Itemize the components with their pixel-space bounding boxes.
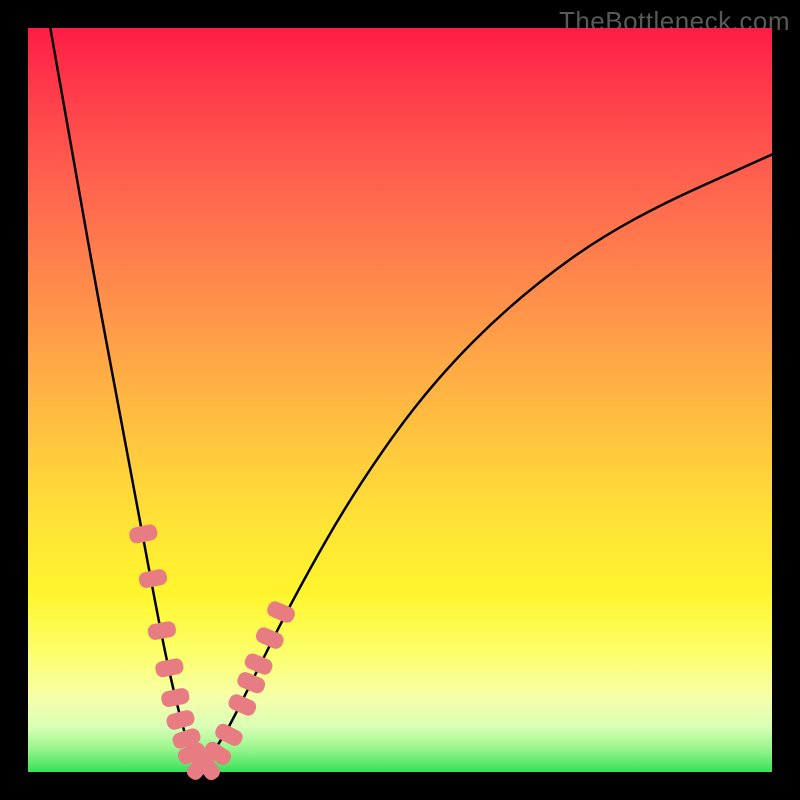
marker-point [154,657,185,678]
curve-right-arm [199,154,772,772]
marker-point [160,687,191,709]
marker-point [138,568,169,589]
bottleneck-curve [50,28,772,772]
chart-svg [28,28,772,772]
marker-point [165,708,196,731]
chart-frame: TheBottleneck.com [0,0,800,800]
marker-group [128,523,297,783]
plot-area [28,28,772,772]
marker-point [128,523,159,545]
marker-point [147,620,177,641]
marker-point [226,692,258,718]
